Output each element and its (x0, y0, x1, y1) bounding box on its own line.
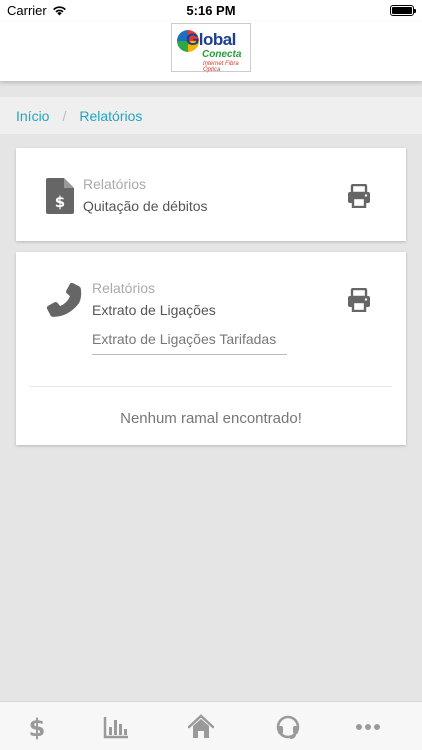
tab-bar: $ (0, 701, 422, 750)
breadcrumb-current[interactable]: Relatórios (79, 108, 142, 124)
breadcrumb: Início / Relatórios (0, 97, 422, 134)
more-icon[interactable] (355, 714, 381, 740)
dollar-icon[interactable]: $ (24, 714, 50, 740)
print-icon[interactable] (347, 288, 371, 312)
card-title: Quitação de débitos (83, 198, 208, 214)
logo-brand: Global (186, 30, 236, 49)
file-invoice-dollar-icon: $ (46, 178, 74, 214)
svg-text:$: $ (29, 714, 46, 740)
battery-icon (390, 5, 416, 16)
status-bar: Carrier 5:16 PM (0, 0, 422, 21)
card-category: Relatórios (83, 176, 147, 192)
home-icon[interactable] (188, 714, 214, 740)
breadcrumb-separator: / (62, 107, 67, 124)
company-logo: Global Conecta Internet Fibra Óptica (171, 23, 251, 73)
report-card-calls: Relatórios Extrato de Ligações Extrato d… (16, 252, 406, 445)
card-title: Extrato de Ligações (92, 302, 216, 318)
chart-bar-icon[interactable] (103, 714, 129, 740)
svg-text:$: $ (55, 193, 65, 211)
logo-subtitle: Conecta (202, 49, 242, 60)
empty-message: Nenhum ramal encontrado! (120, 410, 302, 427)
report-card-debits[interactable]: $ Relatórios Quitação de débitos (16, 148, 406, 241)
print-icon[interactable] (347, 184, 371, 208)
logo-tagline: Internet Fibra Óptica (203, 61, 239, 73)
phone-icon (46, 282, 82, 317)
report-type-select[interactable]: Extrato de Ligações Tarifadas (92, 331, 287, 355)
breadcrumb-home[interactable]: Início (16, 108, 49, 124)
headset-icon[interactable] (275, 714, 301, 740)
card-category: Relatórios (92, 280, 156, 296)
app-header: Global Conecta Internet Fibra Óptica (0, 21, 422, 81)
clock: 5:16 PM (186, 3, 236, 18)
divider (30, 386, 392, 387)
